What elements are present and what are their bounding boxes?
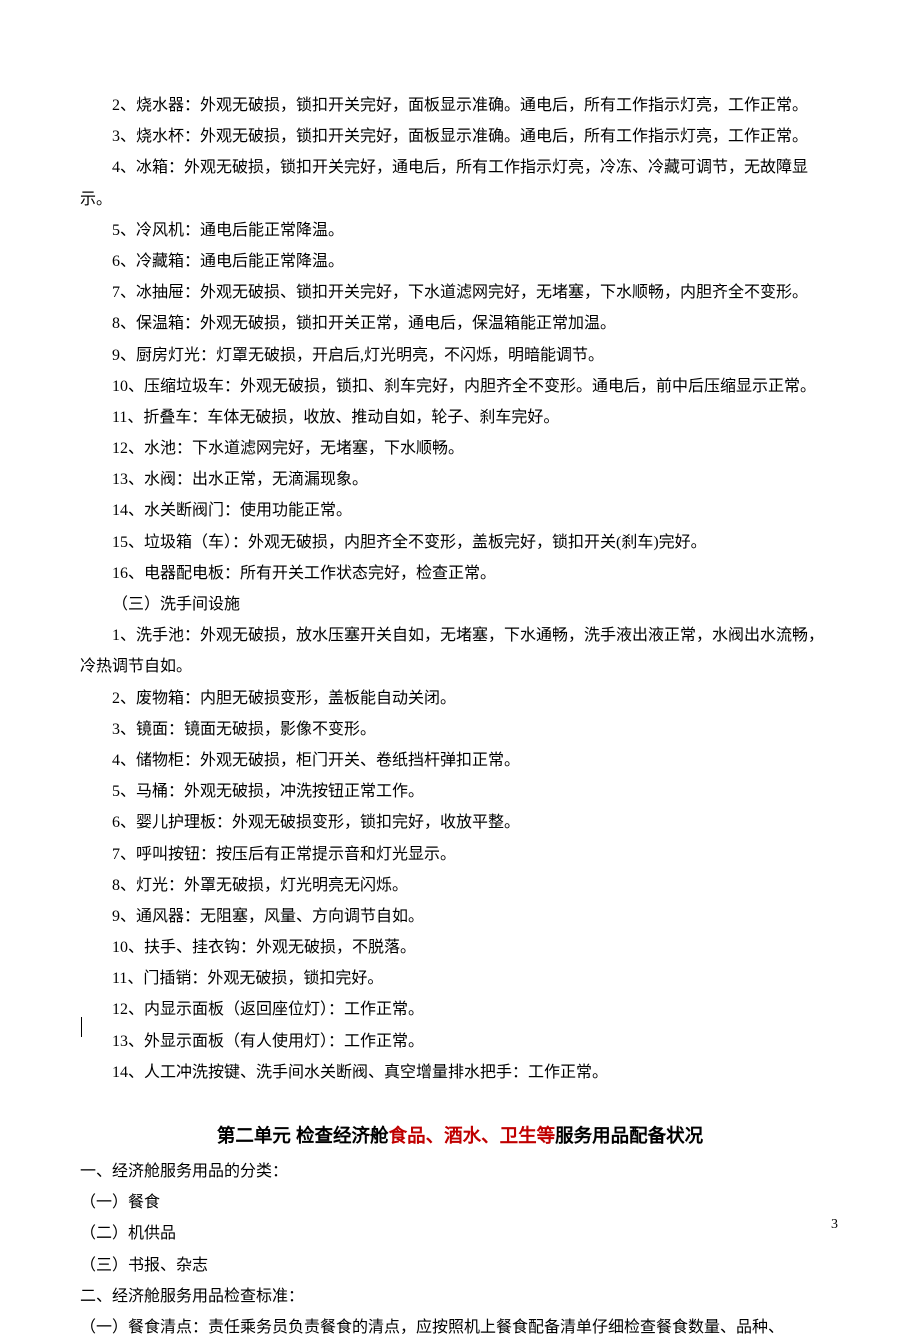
list-item: 9、厨房灯光：灯罩无破损，开启后,灯光明亮，不闪烁，明暗能调节。 bbox=[80, 340, 840, 371]
list-item: 3、镜面：镜面无破损，影像不变形。 bbox=[80, 714, 840, 745]
list-item: 13、水阀：出水正常，无滴漏现象。 bbox=[80, 464, 840, 495]
list-item: 7、呼叫按钮：按压后有正常提示音和灯光显示。 bbox=[80, 839, 840, 870]
list-item: 4、冰箱：外观无破损，锁扣开关完好，通电后，所有工作指示灯亮，冷冻、冷藏可调节，… bbox=[80, 152, 840, 183]
list-item: 8、保温箱：外观无破损，锁扣开关正常，通电后，保温箱能正常加温。 bbox=[80, 308, 840, 339]
list-item: 5、马桶：外观无破损，冲洗按钮正常工作。 bbox=[80, 776, 840, 807]
section-title: 第二单元 检查经济舱食品、酒水、卫生等服务用品配备状况 bbox=[80, 1118, 840, 1154]
title-part-1: 第二单元 检查经济舱 bbox=[217, 1125, 389, 1146]
list-item: 8、灯光：外罩无破损，灯光明亮无闪烁。 bbox=[80, 870, 840, 901]
list-item: 5、冷风机：通电后能正常降温。 bbox=[80, 215, 840, 246]
page-number: 3 bbox=[831, 1211, 838, 1238]
list-item: 3、烧水杯：外观无破损，锁扣开关完好，面板显示准确。通电后，所有工作指示灯亮，工… bbox=[80, 121, 840, 152]
text-cursor bbox=[81, 1017, 82, 1037]
list-item: 13、外显示面板（有人使用灯）：工作正常。 bbox=[80, 1026, 840, 1057]
section-heading: 二、经济舱服务用品检查标准： bbox=[80, 1281, 840, 1312]
list-item: （二）机供品 bbox=[80, 1218, 840, 1249]
list-item: 14、水关断阀门：使用功能正常。 bbox=[80, 495, 840, 526]
list-item: 14、人工冲洗按键、洗手间水关断阀、真空增量排水把手：工作正常。 bbox=[80, 1057, 840, 1088]
list-item: 11、门插销：外观无破损，锁扣完好。 bbox=[80, 963, 840, 994]
title-part-3: 服务用品配备状况 bbox=[555, 1125, 703, 1146]
list-item: 6、婴儿护理板：外观无破损变形，锁扣完好，收放平整。 bbox=[80, 807, 840, 838]
list-item: 15、垃圾箱（车）：外观无破损，内胆齐全不变形，盖板完好，锁扣开关(刹车)完好。 bbox=[80, 527, 840, 558]
list-item: （一）餐食清点：责任乘务员负责餐食的清点，应按照机上餐食配备清单仔细检查餐食数量… bbox=[80, 1312, 840, 1343]
list-item: 16、电器配电板：所有开关工作状态完好，检查正常。 bbox=[80, 558, 840, 589]
list-item-cont: 示。 bbox=[80, 184, 840, 215]
list-item: 6、冷藏箱：通电后能正常降温。 bbox=[80, 246, 840, 277]
list-item: 11、折叠车：车体无破损，收放、推动自如，轮子、刹车完好。 bbox=[80, 402, 840, 433]
list-item: 10、扶手、挂衣钩：外观无破损，不脱落。 bbox=[80, 932, 840, 963]
list-item: 12、水池：下水道滤网完好，无堵塞，下水顺畅。 bbox=[80, 433, 840, 464]
section-heading: 一、经济舱服务用品的分类： bbox=[80, 1156, 840, 1187]
list-item: 10、压缩垃圾车：外观无破损，锁扣、刹车完好，内胆齐全不变形。通电后，前中后压缩… bbox=[80, 371, 840, 402]
list-item: 12、内显示面板（返回座位灯）：工作正常。 bbox=[80, 994, 840, 1025]
list-item: 2、烧水器：外观无破损，锁扣开关完好，面板显示准确。通电后，所有工作指示灯亮，工… bbox=[80, 90, 840, 121]
subsection-heading: （三）洗手间设施 bbox=[80, 589, 840, 620]
title-part-highlight: 食品、酒水、卫生等 bbox=[389, 1125, 556, 1146]
list-item: （三）书报、杂志 bbox=[80, 1250, 840, 1281]
list-item: 9、通风器：无阻塞，风量、方向调节自如。 bbox=[80, 901, 840, 932]
list-item: 1、洗手池：外观无破损，放水压塞开关自如，无堵塞，下水通畅，洗手液出液正常，水阀… bbox=[80, 620, 840, 651]
list-item: 7、冰抽屉：外观无破损、锁扣开关完好，下水道滤网完好，无堵塞，下水顺畅，内胆齐全… bbox=[80, 277, 840, 308]
list-item: 4、储物柜：外观无破损，柜门开关、卷纸挡杆弹扣正常。 bbox=[80, 745, 840, 776]
list-item-cont: 冷热调节自如。 bbox=[80, 651, 840, 682]
list-item: （一）餐食 bbox=[80, 1187, 840, 1218]
list-item: 2、废物箱：内胆无破损变形，盖板能自动关闭。 bbox=[80, 683, 840, 714]
